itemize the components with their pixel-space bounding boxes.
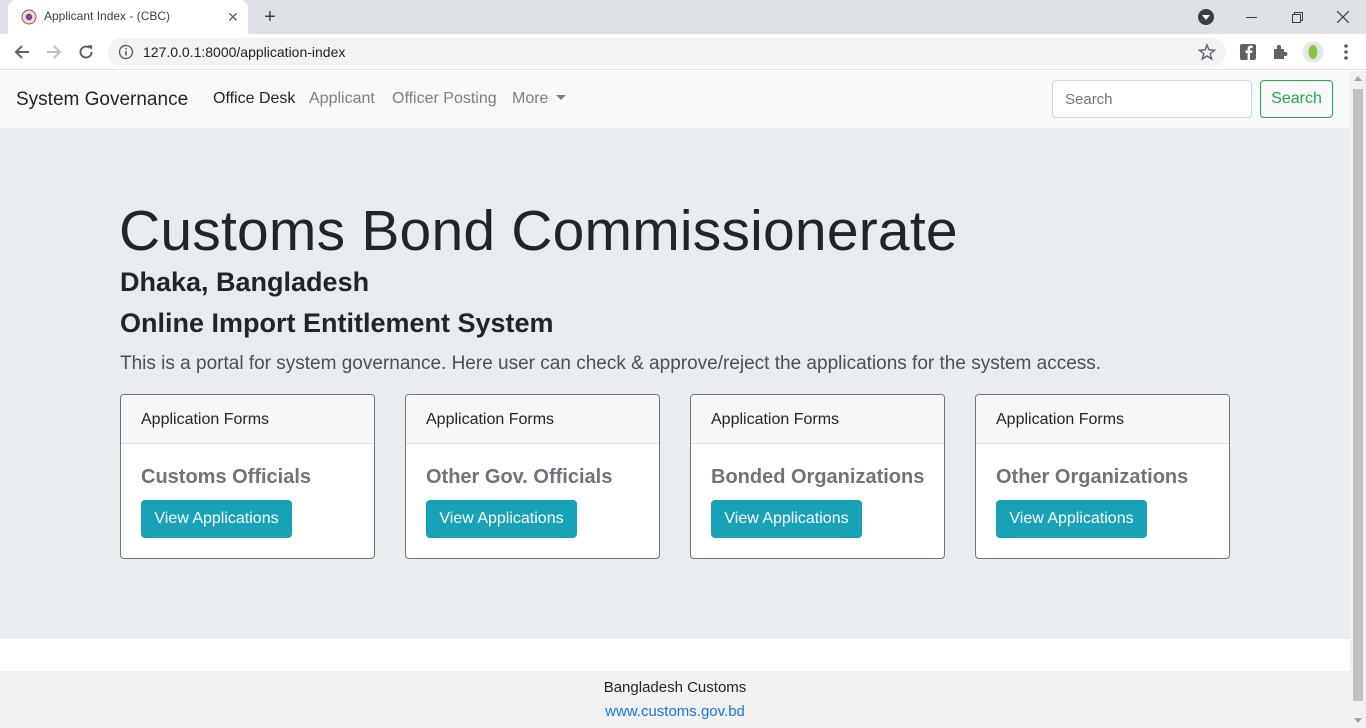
scroll-up-icon[interactable] xyxy=(1354,76,1362,81)
page-viewport: System Governance Office Desk Applicant … xyxy=(0,71,1350,728)
forward-icon[interactable] xyxy=(42,40,66,64)
nav-more-dropdown[interactable]: More xyxy=(512,90,567,108)
browser-tab[interactable]: Applicant Index - (CBC) ✕ xyxy=(8,0,248,34)
card-other-gov-officials: Application Forms Other Gov. Officials V… xyxy=(405,394,660,559)
view-applications-button[interactable]: View Applications xyxy=(711,500,862,538)
hero-title: Customs Bond Commissionerate xyxy=(119,199,958,263)
card-title: Customs Officials xyxy=(141,466,312,488)
site-info-icon[interactable] xyxy=(118,44,134,60)
card-customs-officials: Application Forms Customs Officials View… xyxy=(120,394,375,559)
search-button[interactable]: Search xyxy=(1260,80,1333,118)
footer-org-name: Bangladesh Customs xyxy=(603,679,747,696)
nav-more-label: More xyxy=(512,90,549,107)
back-icon[interactable] xyxy=(10,40,34,64)
bookmark-star-icon[interactable] xyxy=(1198,43,1216,61)
nav-officer-posting[interactable]: Officer Posting xyxy=(392,90,497,108)
facebook-extension-icon[interactable] xyxy=(1238,42,1258,62)
caret-down-icon xyxy=(556,95,567,100)
minimize-icon[interactable] xyxy=(1228,0,1274,34)
card-bonded-organizations: Application Forms Bonded Organizations V… xyxy=(690,394,945,559)
card-title: Other Organizations xyxy=(996,466,1189,488)
view-applications-button[interactable]: View Applications xyxy=(426,500,577,538)
view-applications-button[interactable]: View Applications xyxy=(141,500,292,538)
close-window-icon[interactable] xyxy=(1320,0,1366,34)
extensions-puzzle-icon[interactable] xyxy=(1270,42,1290,62)
nav-office-desk[interactable]: Office Desk xyxy=(213,90,295,108)
view-applications-button[interactable]: View Applications xyxy=(996,500,1147,538)
address-bar[interactable]: 127.0.0.1:8000/application-index xyxy=(108,38,1226,66)
site-favicon-icon xyxy=(21,9,37,25)
card-other-organizations: Application Forms Other Organizations Vi… xyxy=(975,394,1230,559)
navbar-brand[interactable]: System Governance xyxy=(16,89,188,111)
hero-system-name: Online Import Entitlement System xyxy=(120,308,554,338)
card-title: Bonded Organizations xyxy=(711,466,925,488)
url-text[interactable]: 127.0.0.1:8000/application-index xyxy=(143,44,345,60)
card-header: Application Forms xyxy=(976,395,1229,444)
tab-title: Applicant Index - (CBC) xyxy=(44,9,171,23)
page-scrollbar[interactable] xyxy=(1350,71,1366,728)
browser-menu-icon[interactable] xyxy=(1336,42,1356,62)
restore-icon[interactable] xyxy=(1274,0,1320,34)
card-title: Other Gov. Officials xyxy=(426,466,613,488)
scroll-thumb[interactable] xyxy=(1353,89,1363,701)
browser-tab-bar: Applicant Index - (CBC) ✕ + xyxy=(0,0,1366,34)
browser-toolbar: 127.0.0.1:8000/application-index xyxy=(0,34,1366,70)
scroll-down-icon[interactable] xyxy=(1354,718,1362,723)
card-header: Application Forms xyxy=(691,395,944,444)
profile-avatar-icon[interactable] xyxy=(1302,41,1324,63)
new-tab-icon[interactable]: + xyxy=(258,5,282,29)
card-header: Application Forms xyxy=(406,395,659,444)
search-input[interactable] xyxy=(1052,80,1252,118)
footer-website-link[interactable]: www.customs.gov.bd xyxy=(0,703,1350,720)
reload-icon[interactable] xyxy=(74,40,98,64)
card-header: Application Forms xyxy=(121,395,374,444)
hero-location: Dhaka, Bangladesh xyxy=(120,267,370,297)
tab-search-icon[interactable] xyxy=(1198,9,1214,25)
nav-applicant[interactable]: Applicant xyxy=(309,90,375,108)
hero-jumbotron: Customs Bond Commissionerate Dhaka, Bang… xyxy=(0,128,1350,639)
tab-close-icon[interactable]: ✕ xyxy=(224,8,242,26)
page-footer: Bangladesh Customs www.customs.gov.bd xyxy=(0,671,1350,728)
hero-description: This is a portal for system governance. … xyxy=(120,353,1102,374)
top-navbar: System Governance Office Desk Applicant … xyxy=(0,71,1350,128)
